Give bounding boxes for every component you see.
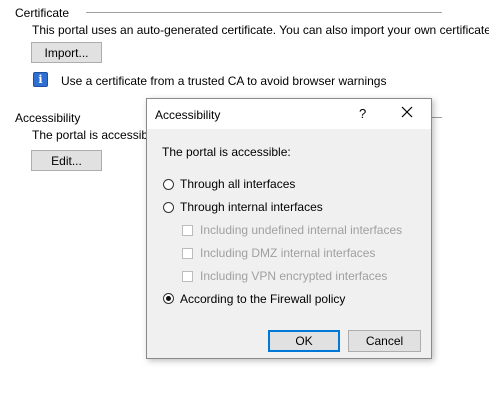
radio-all-interfaces[interactable] — [163, 179, 174, 190]
sub-option-dmz-internal: Including DMZ internal interfaces — [200, 246, 376, 260]
accessibility-divider — [432, 117, 442, 118]
sub-option-undefined-internal: Including undefined internal interfaces — [200, 223, 403, 237]
cancel-button[interactable]: Cancel — [348, 330, 421, 352]
import-button[interactable]: Import... — [31, 42, 102, 63]
certificate-divider — [86, 12, 442, 13]
certificate-section-title: Certificate — [15, 6, 70, 20]
checkbox-undefined-internal[interactable] — [182, 225, 193, 236]
accessibility-section-title: Accessibility — [15, 111, 81, 125]
option-label-firewall-policy[interactable]: According to the Firewall policy — [180, 292, 345, 306]
close-icon[interactable] — [399, 104, 415, 120]
info-icon: i — [33, 72, 48, 87]
radio-internal-interfaces[interactable] — [163, 202, 174, 213]
sub-option-vpn-encrypted: Including VPN encrypted interfaces — [200, 269, 388, 283]
accessibility-description: The portal is accessible — [32, 128, 158, 142]
option-label-internal-interfaces[interactable]: Through internal interfaces — [180, 200, 323, 214]
checkbox-vpn-encrypted[interactable] — [182, 271, 193, 282]
dialog-titlebar: Accessibility ? — [147, 99, 431, 129]
ok-button[interactable]: OK — [268, 330, 340, 352]
dialog-prompt: The portal is accessible: — [162, 145, 291, 159]
help-icon[interactable]: ? — [359, 106, 366, 121]
dialog-title: Accessibility — [155, 108, 221, 122]
certificate-info-text: Use a certificate from a trusted CA to a… — [61, 74, 387, 88]
edit-button[interactable]: Edit... — [31, 150, 102, 171]
option-label-all-interfaces[interactable]: Through all interfaces — [180, 177, 295, 191]
certificate-description: This portal uses an auto-generated certi… — [32, 23, 489, 37]
accessibility-dialog: Accessibility ? The portal is accessible… — [146, 98, 432, 359]
radio-firewall-policy[interactable] — [163, 293, 174, 304]
checkbox-dmz-internal[interactable] — [182, 248, 193, 259]
